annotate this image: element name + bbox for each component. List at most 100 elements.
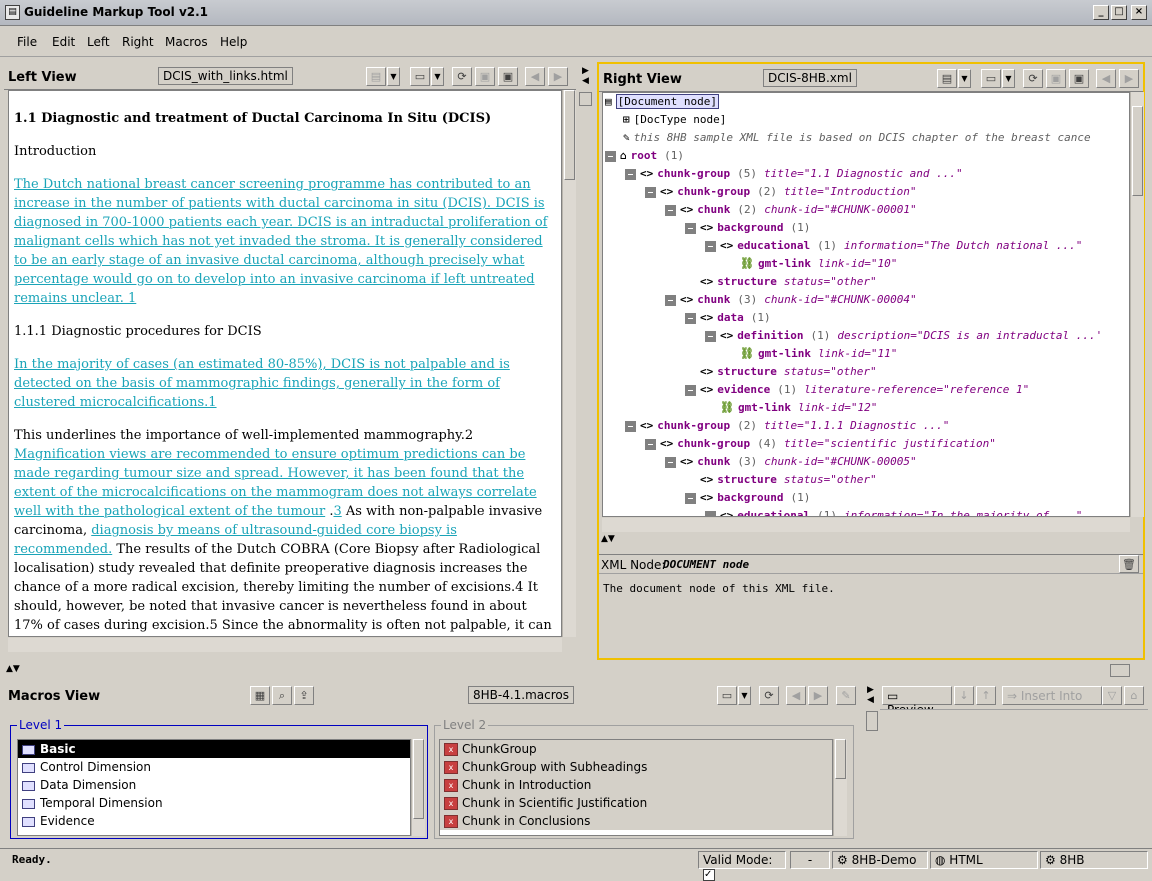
filter-icon[interactable]: ▽ [1102, 686, 1122, 705]
tree-splitter-arrows-icon[interactable]: ▲▼ [601, 534, 615, 544]
tree-node-element[interactable]: <> educational (1) information="The Dutch n… [705, 237, 1082, 255]
level2-list[interactable]: x ChunkGroup x ChunkGroup with Subheadings… [439, 739, 833, 836]
horizontal-splitter[interactable]: ▲▼ [4, 662, 1148, 680]
edit-icon[interactable]: ✎ [836, 686, 856, 705]
collapse-toggle-icon[interactable] [685, 492, 696, 504]
preview-button[interactable]: ▭ Preview [882, 686, 952, 717]
back-icon[interactable]: ◀ [786, 686, 806, 705]
tree-node-element[interactable]: ⌂ root (1) [605, 147, 684, 165]
close-button[interactable]: × [1131, 5, 1147, 20]
collapse-toggle-icon[interactable] [665, 294, 676, 306]
splitter-arrow-icon[interactable]: ▶ ◀ [582, 66, 589, 86]
collapse-toggle-icon[interactable] [625, 168, 636, 180]
tree-node-element[interactable]: <> chunk-group (5) title="1.1 Diagnostic an… [625, 165, 963, 183]
level1-scrollbar[interactable] [411, 739, 425, 836]
tree-node-doctype[interactable]: ⊞ [DocType node] [623, 111, 726, 129]
tree-node-element[interactable]: ⛓ gmt-link link-id="11" [725, 345, 897, 363]
trash-icon[interactable]: 🗑 [1119, 555, 1139, 573]
new-doc-icon[interactable]: ▤ [937, 69, 957, 88]
right-horizontal-scrollbar[interactable] [602, 518, 1130, 532]
tree-node-element[interactable]: <> structure status="other" [685, 273, 877, 291]
tree-node-element[interactable]: <> chunk (2) chunk-id="#CHUNK-00001" [665, 201, 917, 219]
forward-icon[interactable]: ▶ [1119, 69, 1139, 88]
move-down-icon[interactable]: ↓ [954, 686, 974, 705]
collapse-toggle-icon[interactable] [705, 330, 716, 342]
right-scroll-thumb[interactable] [1132, 106, 1143, 196]
tree-node-element[interactable]: ⛓ gmt-link link-id="12" [705, 399, 877, 417]
doc-para1-link[interactable]: The Dutch national breast cancer screeni… [14, 175, 556, 308]
level2-item[interactable]: x Chunk in Scientific Justification [440, 794, 832, 812]
tree-node-element[interactable]: ⛓ gmt-link link-id="10" [725, 255, 897, 273]
level2-item[interactable]: x ChunkGroup [440, 740, 832, 758]
insert-into-button[interactable]: ⇒ Insert Into [1002, 686, 1102, 705]
save-as-icon[interactable]: ▣ [498, 67, 518, 86]
level1-item[interactable]: Temporal Dimension [18, 794, 410, 812]
tree-node-element[interactable]: <> background (1) [685, 489, 810, 507]
tree-node-element[interactable]: <> data (1) [685, 309, 771, 327]
level1-item[interactable]: Control Dimension [18, 758, 410, 776]
valid-mode-checkbox[interactable]: ✓ [703, 868, 715, 881]
back-icon[interactable]: ◀ [1096, 69, 1116, 88]
export-icon[interactable]: ⇪ [294, 686, 314, 705]
tree-node-element[interactable]: <> background (1) [685, 219, 810, 237]
collapse-toggle-icon[interactable] [645, 438, 656, 450]
level1-item[interactable]: Data Dimension [18, 776, 410, 794]
menu-left[interactable]: Left [87, 35, 110, 49]
level2-scrollbar[interactable] [833, 739, 847, 836]
forward-icon[interactable]: ▶ [808, 686, 828, 705]
para3-link2[interactable]: 3 [333, 504, 341, 519]
tree-node-element[interactable]: <> chunk-group (4) title="scientific justif… [645, 435, 996, 453]
level1-item[interactable]: Basic [18, 740, 410, 758]
level1-list[interactable]: Basic Control Dimension Data Dimension T… [17, 739, 411, 836]
tree-node-element[interactable]: <> chunk-group (2) title="1.1.1 Diagnostic … [625, 417, 949, 435]
open-folder-icon[interactable]: ▭ [717, 686, 737, 705]
right-vertical-scrollbar[interactable] [1130, 92, 1144, 517]
collapse-toggle-icon[interactable] [645, 186, 656, 198]
save-icon[interactable]: ▣ [475, 67, 495, 86]
left-scroll-thumb[interactable] [564, 90, 575, 180]
left-vertical-scrollbar[interactable] [562, 90, 576, 637]
menu-right[interactable]: Right [122, 35, 154, 49]
open-dropdown-icon[interactable]: ▼ [431, 67, 444, 86]
new-doc-dropdown-icon[interactable]: ▼ [387, 67, 400, 86]
tree-node-element[interactable]: <> chunk (3) chunk-id="#CHUNK-00005" [665, 453, 917, 471]
reload-icon[interactable]: ⟳ [452, 67, 472, 86]
tree-node-element[interactable]: <> structure status="other" [685, 471, 877, 489]
maximize-button[interactable]: □ [1111, 5, 1127, 20]
collapse-toggle-icon[interactable] [625, 420, 636, 432]
forward-icon[interactable]: ▶ [548, 67, 568, 86]
level2-item[interactable]: x Chunk in Introduction [440, 776, 832, 794]
save-icon[interactable]: ▣ [1046, 69, 1066, 88]
level1-scroll-thumb[interactable] [413, 739, 424, 819]
open-folder-icon[interactable]: ▭ [981, 69, 1001, 88]
menu-help[interactable]: Help [220, 35, 247, 49]
lock-icon[interactable]: ⌂ [1124, 686, 1144, 705]
tree-node-element[interactable]: <> structure status="other" [685, 363, 877, 381]
save-as-icon[interactable]: ▣ [1069, 69, 1089, 88]
collapse-toggle-icon[interactable] [685, 384, 696, 396]
binoculars-icon[interactable]: ⌕ [272, 686, 292, 705]
collapse-toggle-icon[interactable] [685, 312, 696, 324]
reload-icon[interactable]: ⟳ [759, 686, 779, 705]
collapse-toggle-icon[interactable] [705, 240, 716, 252]
new-doc-icon[interactable]: ▤ [366, 67, 386, 86]
splitter-handle[interactable] [579, 92, 592, 106]
tree-node-element[interactable]: <> chunk (3) chunk-id="#CHUNK-00004" [665, 291, 917, 309]
collapse-toggle-icon[interactable] [705, 510, 716, 516]
xml-tree[interactable]: ▤ [Document node] ⊞ [DocType node] ✎ this 8… [602, 92, 1130, 517]
left-horizontal-scrollbar[interactable] [8, 638, 562, 652]
menu-edit[interactable]: Edit [52, 35, 75, 49]
tree-node-document[interactable]: ▤ [Document node] [605, 93, 719, 111]
level1-item[interactable]: Evidence [18, 812, 410, 830]
collapse-toggle-icon[interactable] [665, 204, 676, 216]
open-folder-icon[interactable]: ▭ [410, 67, 430, 86]
open-dropdown-icon[interactable]: ▼ [1002, 69, 1015, 88]
level2-item[interactable]: x Chunk in Conclusions [440, 812, 832, 830]
level2-item[interactable]: x ChunkGroup with Subheadings [440, 758, 832, 776]
tree-node-element[interactable]: <> educational (1) information="In the majo… [705, 507, 1082, 516]
tree-view-icon[interactable]: ▦ [250, 686, 270, 705]
tree-node-element[interactable]: <> chunk-group (2) title="Introduction" [645, 183, 916, 201]
move-up-icon[interactable]: ↑ [976, 686, 996, 705]
tree-node-element[interactable]: <> definition (1) description="DCIS is an i… [705, 327, 1102, 345]
minimize-button[interactable]: _ [1093, 5, 1109, 20]
